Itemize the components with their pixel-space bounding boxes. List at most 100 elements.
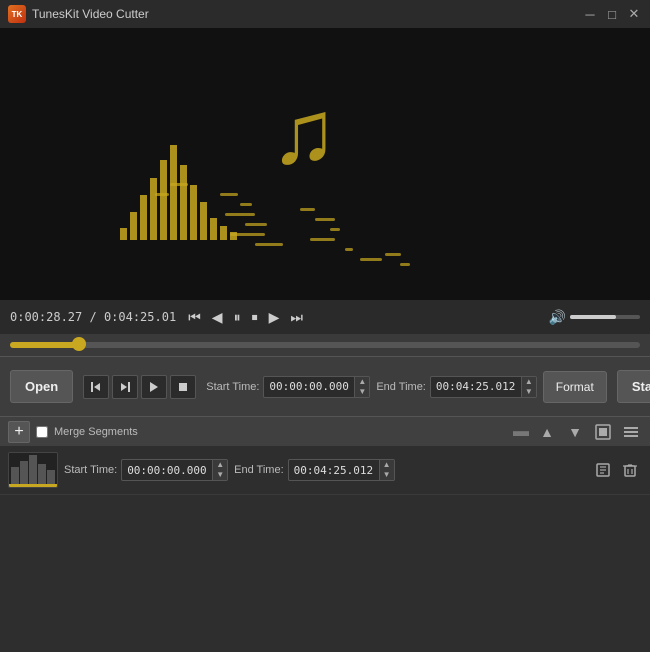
output-icon [594,423,612,441]
segment-progress [9,484,57,487]
seg-start-up[interactable]: ▲ [213,460,227,470]
title-text: TunesKit Video Cutter [32,7,582,21]
segment-end-time-group: End Time: ▲ ▼ [234,459,394,481]
music-note-icon: ♫ [270,88,338,178]
start-time-label: Start Time: [206,381,259,393]
mark-in-icon [89,380,103,394]
segment-start-label: Start Time: [64,464,117,476]
end-time-label: End Time: [376,381,426,393]
scatter-dot [225,213,255,216]
start-button[interactable]: Start [617,370,650,403]
stop-button[interactable]: ⏹ [248,308,262,327]
add-segment-button[interactable]: + [8,421,30,443]
mark-in-button[interactable] [83,375,109,399]
scatter-dot [330,228,340,231]
end-time-input-wrap: ▲ ▼ [430,376,537,398]
scatter-dot [220,193,238,196]
segment-thumb-inner [9,453,57,487]
playback-controls: ⏮ ◀ ⏸ ⏹ ▶ ⏭ [184,307,307,328]
mark-out-icon [118,380,132,394]
segment-start-input[interactable] [122,461,212,480]
open-button[interactable]: Open [10,370,73,403]
time-display: 0:00:28.27 / 0:04:25.01 [10,310,176,324]
segment-end-wrap: ▲ ▼ [288,459,395,481]
move-down-button[interactable]: ▼ [564,421,586,443]
end-time-up[interactable]: ▲ [522,377,536,387]
clip-icon-buttons [83,375,196,399]
segment-edit-button[interactable] [591,458,615,482]
title-bar: TK TunesKit Video Cutter ─ □ ✕ [0,0,650,28]
main-content: ♫ 0:00:28.27 / 0:04:25.01 ⏮ ◀ ⏸ ⏹ ▶ ⏭ 🔊 [0,28,650,652]
thumb-bar [11,467,19,485]
segment-thumbnail [8,452,58,488]
segment-action-buttons [591,458,642,482]
window-controls: ─ □ ✕ [582,6,642,22]
list-view-button[interactable] [620,421,642,443]
volume-icon: 🔊 [549,309,566,326]
playback-bar: 0:00:28.27 / 0:04:25.01 ⏮ ◀ ⏸ ⏹ ▶ ⏭ 🔊 [0,300,650,334]
volume-area: 🔊 [549,309,640,326]
scatter-dot [400,263,410,266]
fast-forward-button[interactable]: ⏭ [286,307,307,328]
volume-slider[interactable] [570,315,640,319]
app-icon: TK [8,5,26,23]
seek-thumb[interactable] [72,337,86,351]
maximize-button[interactable]: □ [604,6,620,22]
thumb-bar [47,470,55,485]
step-back-button[interactable]: ◀ [208,307,227,328]
seg-end-up[interactable]: ▲ [380,460,394,470]
start-time-input[interactable] [264,377,354,396]
scatter-dot [300,208,315,211]
segment-start-time-group: Start Time: ▲ ▼ [64,459,228,481]
end-time-input[interactable] [431,377,521,396]
scatter-dot [360,258,382,261]
time-separator: / [82,310,104,324]
scatter-dot [385,253,401,256]
thumb-bar [38,464,46,485]
seek-track[interactable] [10,342,640,348]
video-area: ♫ [0,28,650,300]
stop-clip-button[interactable] [170,375,196,399]
move-up-button[interactable]: ▲ [536,421,558,443]
scatter-dot [315,218,335,221]
current-time: 0:00:28.27 [10,310,82,324]
start-time-input-wrap: ▲ ▼ [263,376,370,398]
segment-delete-button[interactable] [618,458,642,482]
close-button[interactable]: ✕ [626,6,642,22]
bottom-half: Open [0,356,650,652]
scatter-dot [155,193,169,196]
video-visualization: ♫ [0,28,650,300]
edit-icon [595,462,611,478]
format-button[interactable]: Format [543,371,607,403]
seg-end-down[interactable]: ▼ [380,470,394,480]
mark-out-button[interactable] [112,375,138,399]
segment-end-input[interactable] [289,461,379,480]
scatter-dot [255,243,283,246]
seek-bar-container[interactable] [0,334,650,356]
total-time: 0:04:25.01 [104,310,176,324]
rewind-step-button[interactable]: ⏮ [184,307,205,328]
merge-checkbox[interactable] [36,426,48,438]
start-time-up[interactable]: ▲ [355,377,369,387]
segment-list: Start Time: ▲ ▼ End Time: [0,446,650,652]
merge-label: Merge Segments [54,426,138,438]
list-icon [622,423,640,441]
pause-button[interactable]: ⏸ [230,307,245,328]
end-time-down[interactable]: ▼ [522,387,536,397]
start-time-spinners: ▲ ▼ [354,377,369,397]
thumb-bar [29,455,37,485]
segment-start-wrap: ▲ ▼ [121,459,228,481]
volume-fill [570,315,616,319]
drag-handle-icon: ▬ [513,423,530,441]
output-button[interactable] [592,421,614,443]
segments-header: + Merge Segments ▬ ▲ ▼ [0,416,650,446]
preview-clip-button[interactable] [141,375,167,399]
end-time-spinners: ▲ ▼ [521,377,536,397]
play-button[interactable]: ▶ [265,307,284,328]
seg-start-down[interactable]: ▼ [213,470,227,480]
start-time-down[interactable]: ▼ [355,387,369,397]
scatter-dot [170,183,188,186]
start-time-group: Start Time: ▲ ▼ [206,376,370,398]
minimize-button[interactable]: ─ [582,6,598,22]
stop-icon [176,380,190,394]
